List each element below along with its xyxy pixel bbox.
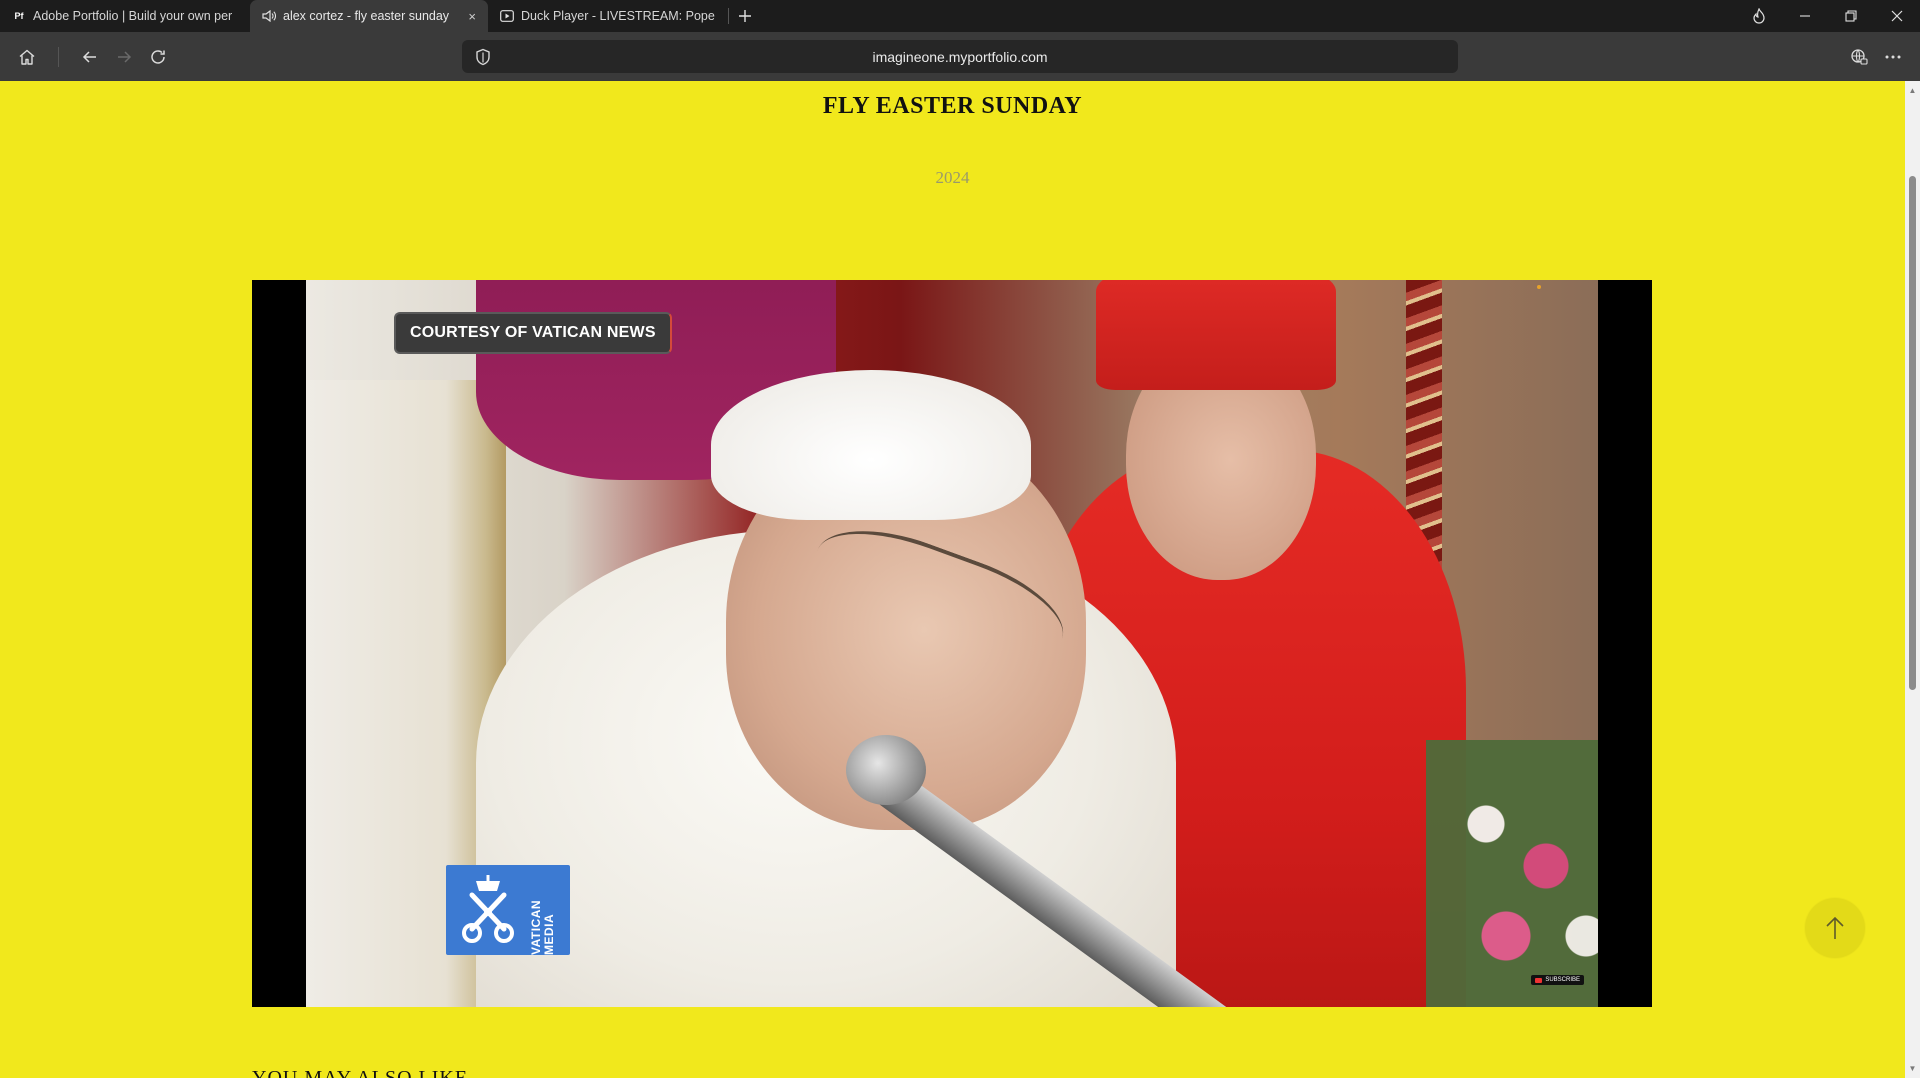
forward-icon[interactable] bbox=[107, 40, 141, 74]
window-controls bbox=[1736, 0, 1920, 32]
speaker-icon[interactable] bbox=[262, 9, 276, 23]
close-tab-icon[interactable]: × bbox=[460, 9, 476, 24]
tab-title: Duck Player - LIVESTREAM: Pope Fran bbox=[521, 9, 716, 23]
tab-adobe-portfolio[interactable]: Pf Adobe Portfolio | Build your own per bbox=[0, 0, 250, 32]
vatican-media-text: VATICAN MEDIA bbox=[529, 899, 556, 955]
fire-icon[interactable] bbox=[1736, 0, 1782, 32]
also-like-heading: YOU MAY ALSO LIKE bbox=[252, 1067, 469, 1078]
video-player[interactable]: COURTESY OF VATICAN NEWS VATICAN MEDIA S… bbox=[252, 280, 1652, 1007]
new-tab-button[interactable] bbox=[729, 0, 761, 32]
close-window-icon[interactable] bbox=[1874, 0, 1920, 32]
page-scrollbar[interactable]: ▲ ▼ bbox=[1905, 81, 1920, 1078]
cardinal-biretta bbox=[1096, 280, 1336, 390]
crossed-keys-icon bbox=[446, 865, 530, 955]
url-text[interactable]: imagineone.myportfolio.com bbox=[462, 49, 1458, 65]
tab-title: alex cortez - fly easter sunday bbox=[283, 9, 450, 23]
navigation-toolbar: imagineone.myportfolio.com bbox=[0, 32, 1920, 81]
more-menu-icon[interactable] bbox=[1876, 40, 1910, 74]
home-icon[interactable] bbox=[10, 40, 44, 74]
reload-icon[interactable] bbox=[141, 40, 175, 74]
tab-fly-easter-sunday[interactable]: alex cortez - fly easter sunday × bbox=[250, 0, 488, 32]
subscribe-badge[interactable]: SUBSCRIBE bbox=[1531, 975, 1584, 985]
scroll-up-icon[interactable]: ▲ bbox=[1905, 83, 1920, 98]
address-bar[interactable]: imagineone.myportfolio.com bbox=[462, 40, 1458, 73]
play-icon bbox=[500, 9, 514, 23]
courtesy-overlay: COURTESY OF VATICAN NEWS bbox=[394, 312, 672, 354]
video-frame[interactable]: COURTESY OF VATICAN NEWS VATICAN MEDIA S… bbox=[306, 280, 1598, 1007]
minimize-icon[interactable] bbox=[1782, 0, 1828, 32]
subscribe-label: SUBSCRIBE bbox=[1545, 977, 1580, 983]
youtube-icon bbox=[1535, 977, 1543, 983]
tab-duck-player[interactable]: Duck Player - LIVESTREAM: Pope Fran bbox=[488, 0, 728, 32]
scroll-down-icon[interactable]: ▼ bbox=[1905, 1061, 1920, 1076]
back-icon[interactable] bbox=[73, 40, 107, 74]
page-viewport: FLY EASTER SUNDAY 2024 COURTESY OF VATIC… bbox=[0, 81, 1905, 1078]
toolbar-right bbox=[1842, 40, 1910, 74]
pope-zucchetto bbox=[711, 370, 1031, 520]
project-title: FLY EASTER SUNDAY bbox=[822, 93, 1083, 119]
globe-settings-icon[interactable] bbox=[1842, 40, 1876, 74]
project-year: 2024 bbox=[935, 168, 970, 187]
toolbar-divider bbox=[58, 46, 59, 67]
tab-title: Adobe Portfolio | Build your own per bbox=[33, 9, 233, 23]
vatican-media-logo: VATICAN MEDIA bbox=[446, 865, 570, 955]
tab-bar: Pf Adobe Portfolio | Build your own per … bbox=[0, 0, 1920, 32]
microphone-head bbox=[846, 735, 926, 805]
adobe-portfolio-icon: Pf bbox=[14, 11, 24, 21]
video-indicator-dot bbox=[1537, 285, 1541, 289]
back-to-top-button[interactable] bbox=[1805, 898, 1865, 958]
scrollbar-thumb[interactable] bbox=[1909, 176, 1916, 690]
restore-icon[interactable] bbox=[1828, 0, 1874, 32]
flower-arrangement bbox=[1426, 740, 1598, 1007]
